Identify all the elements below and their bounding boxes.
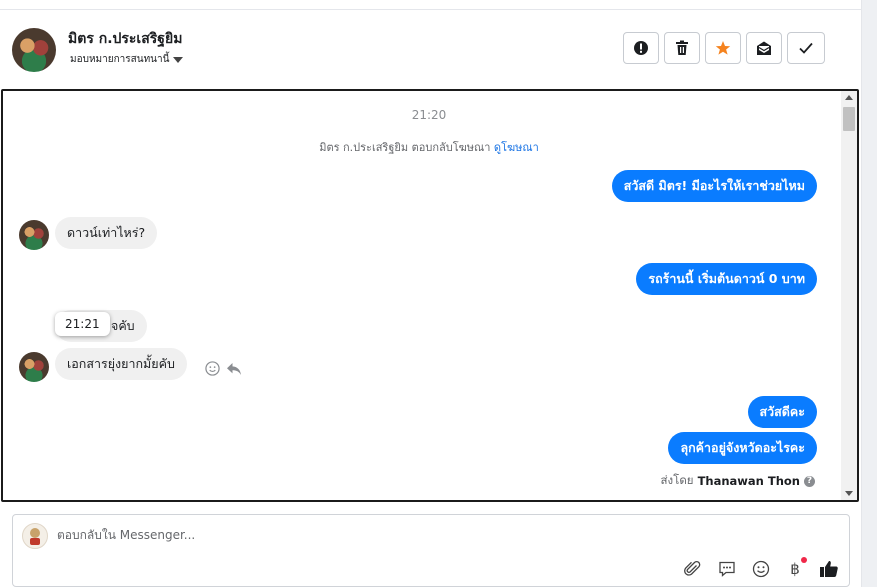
sent-by-label: ส่งโดย <box>660 473 694 487</box>
composer-toolbar: ฿ <box>683 557 839 579</box>
check-icon <box>799 42 813 54</box>
outgoing-message[interactable]: สวัสดี มิตร! มีอะไรให้เราช่วยไหม <box>611 170 817 202</box>
star-icon <box>715 41 731 55</box>
help-icon[interactable]: ? <box>804 475 815 487</box>
payment-button[interactable]: ฿ <box>785 557 807 579</box>
like-button[interactable] <box>819 559 839 579</box>
alert-icon <box>634 41 648 55</box>
notification-dot <box>801 557 807 563</box>
outgoing-message[interactable]: รถร้านนี้ เริ่มต้นดาวน์ 0 บาท <box>636 263 817 295</box>
ad-reply-text: มิตร ก.ประเสริฐยิม ตอบกลับโฆษณา <box>319 141 494 154</box>
chat-bubble-icon <box>719 561 735 577</box>
page-logo-icon <box>30 528 40 545</box>
reply-icon[interactable] <box>226 362 242 376</box>
outgoing-message[interactable]: สวัสดีคะ <box>747 396 817 428</box>
saved-replies-button[interactable] <box>717 559 737 579</box>
assign-label: มอบหมายการสนทนานี้ <box>70 54 170 65</box>
contact-avatar[interactable] <box>12 28 56 72</box>
view-ad-link[interactable]: ดูโฆษณา <box>494 141 539 154</box>
trash-icon <box>676 40 688 55</box>
contact-name[interactable]: มิตร ก.ประเสริฐยิม <box>68 28 182 50</box>
conversation-actions <box>623 32 825 64</box>
message-time-tooltip: 21:21 <box>55 312 110 336</box>
paperclip-icon <box>684 560 701 576</box>
scroll-down-arrow-icon[interactable] <box>845 491 853 496</box>
timestamp-divider: 21:20 <box>411 108 447 122</box>
sent-by-info: ส่งโดย Thanawan Thon ? <box>661 472 815 490</box>
caret-down-icon <box>173 56 184 63</box>
assign-conversation-dropdown[interactable]: มอบหมายการสนทนานี้ <box>70 52 184 67</box>
mark-unread-button[interactable] <box>746 32 782 64</box>
reply-input[interactable] <box>57 528 657 542</box>
page-avatar <box>22 523 48 549</box>
ad-reply-notice: มิตร ก.ประเสริฐยิม ตอบกลับโฆษณา ดูโฆษณา <box>3 138 855 156</box>
star-button[interactable] <box>705 32 741 64</box>
emoji-button[interactable] <box>751 559 771 579</box>
conversation-header: มิตร ก.ประเสริฐยิม มอบหมายการสนทนานี้ <box>0 10 861 88</box>
incoming-message[interactable]: เอกสารยุ่งยากมั้ยคับ <box>55 348 187 380</box>
outgoing-message[interactable]: ลุกค้าอยู่จังหวัดอะไรคะ <box>668 432 817 464</box>
attach-button[interactable] <box>683 559 703 579</box>
message-hover-actions <box>205 361 242 376</box>
baht-icon: ฿ <box>790 560 800 578</box>
contact-avatar-small <box>19 352 49 382</box>
right-panel-edge <box>861 0 877 587</box>
envelope-icon <box>757 41 771 55</box>
reply-composer: ฿ <box>12 514 850 587</box>
delete-button[interactable] <box>664 32 700 64</box>
incoming-message[interactable]: ดาวน์เท่าไหร่? <box>55 217 158 249</box>
thumbs-up-icon <box>820 561 838 577</box>
react-emoji-icon[interactable] <box>205 361 220 376</box>
contact-avatar-small <box>19 220 49 250</box>
scroll-up-arrow-icon[interactable] <box>845 95 853 100</box>
sent-by-name: Thanawan Thon <box>697 474 800 488</box>
message-thread[interactable]: 21:20 มิตร ก.ประเสริฐยิม ตอบกลับโฆษณา ดู… <box>1 89 859 502</box>
done-button[interactable] <box>787 32 825 64</box>
spam-button[interactable] <box>623 32 659 64</box>
emoji-icon <box>752 560 770 578</box>
